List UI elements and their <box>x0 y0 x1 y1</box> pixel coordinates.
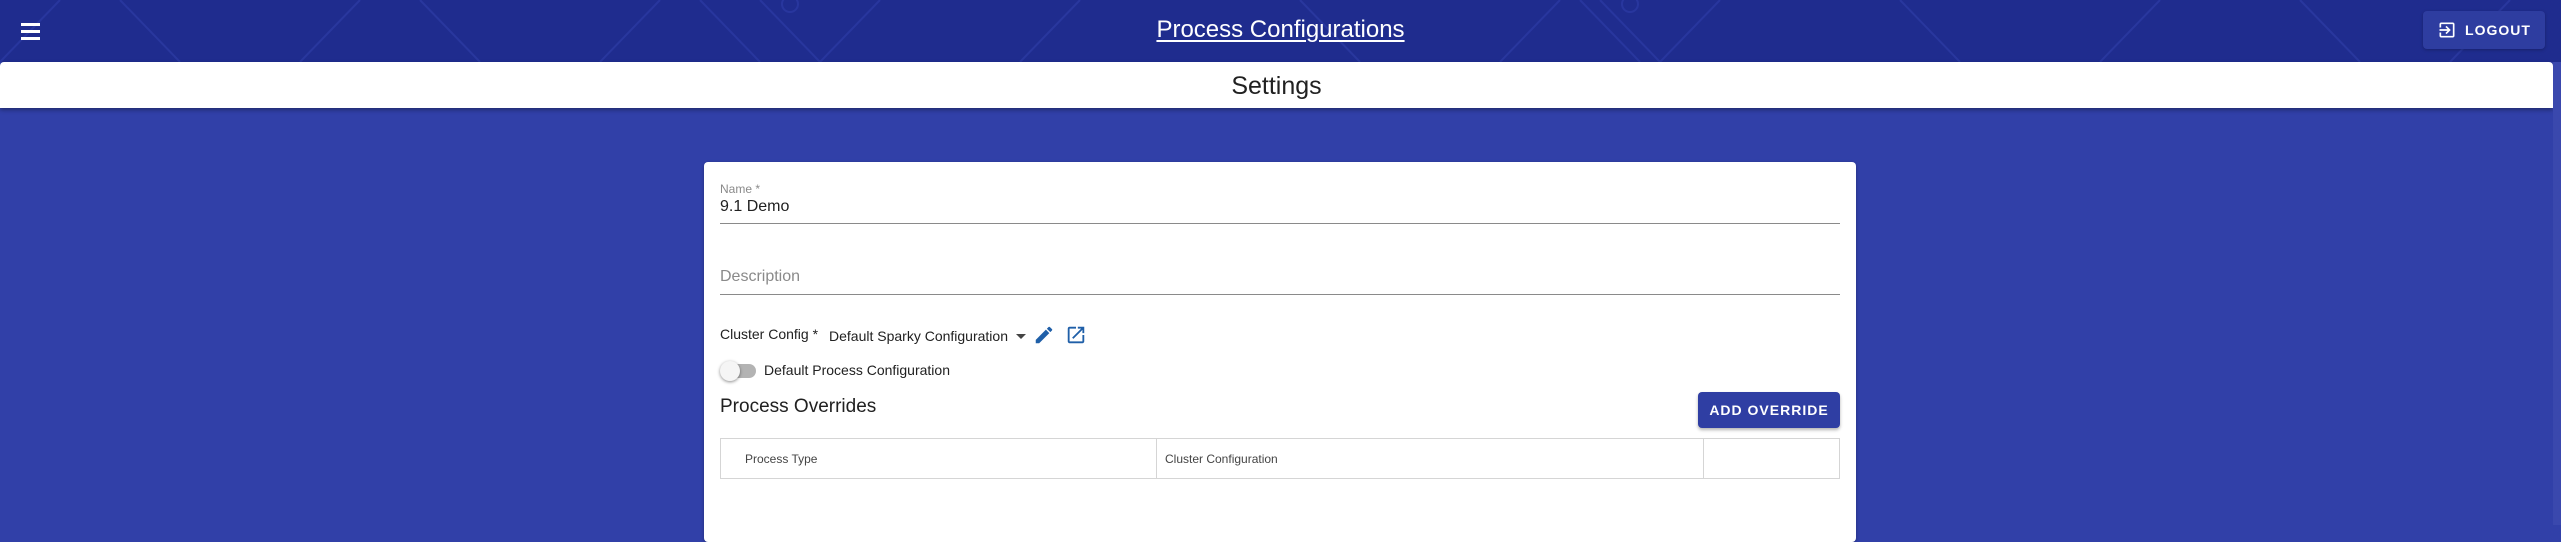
page-header: Settings <box>0 62 2553 108</box>
logout-label: LOGOUT <box>2465 22 2531 38</box>
column-header-cluster-configuration[interactable]: Cluster Configuration <box>1157 439 1704 478</box>
process-overrides-title: Process Overrides <box>720 396 877 417</box>
description-field[interactable]: Description <box>720 248 1840 295</box>
app-title-link[interactable]: Process Configurations <box>1156 16 1404 43</box>
settings-card: Name * Description Cluster Config * Defa… <box>704 162 1856 542</box>
name-label: Name * <box>720 182 761 196</box>
toggle-thumb <box>720 361 740 381</box>
page-title: Settings <box>1231 72 1322 100</box>
chevron-down-icon <box>1016 333 1026 339</box>
logout-button[interactable]: LOGOUT <box>2423 11 2545 49</box>
default-config-row: Default Process Configuration <box>720 358 1320 384</box>
cluster-config-value: Default Sparky Configuration <box>829 328 1008 344</box>
scrollbar-track[interactable] <box>2553 62 2561 525</box>
default-config-toggle[interactable] <box>720 361 756 381</box>
pencil-icon <box>1035 326 1053 344</box>
open-cluster-config-button[interactable] <box>1063 322 1089 348</box>
column-header-process-type[interactable]: Process Type <box>721 439 1157 478</box>
add-override-button[interactable]: ADD OVERRIDE <box>1698 392 1840 428</box>
cluster-config-select[interactable]: Default Sparky Configuration <box>829 328 1026 344</box>
default-config-label: Default Process Configuration <box>764 362 950 378</box>
name-field[interactable]: Name * <box>720 176 1840 224</box>
overrides-table: Process Type Cluster Configuration <box>720 438 1840 479</box>
cluster-config-row: Cluster Config * Default Sparky Configur… <box>720 320 1320 350</box>
description-input[interactable] <box>720 270 1840 288</box>
edit-cluster-config-button[interactable] <box>1031 322 1057 348</box>
app-title: Process Configurations <box>0 14 2561 46</box>
column-header-actions <box>1704 439 1839 478</box>
app-bar: Process Configurations LOGOUT <box>0 0 2561 62</box>
logout-icon <box>2439 22 2455 38</box>
open-in-new-icon <box>1067 326 1085 344</box>
name-input[interactable] <box>720 198 1840 216</box>
cluster-config-label: Cluster Config * <box>720 326 819 342</box>
